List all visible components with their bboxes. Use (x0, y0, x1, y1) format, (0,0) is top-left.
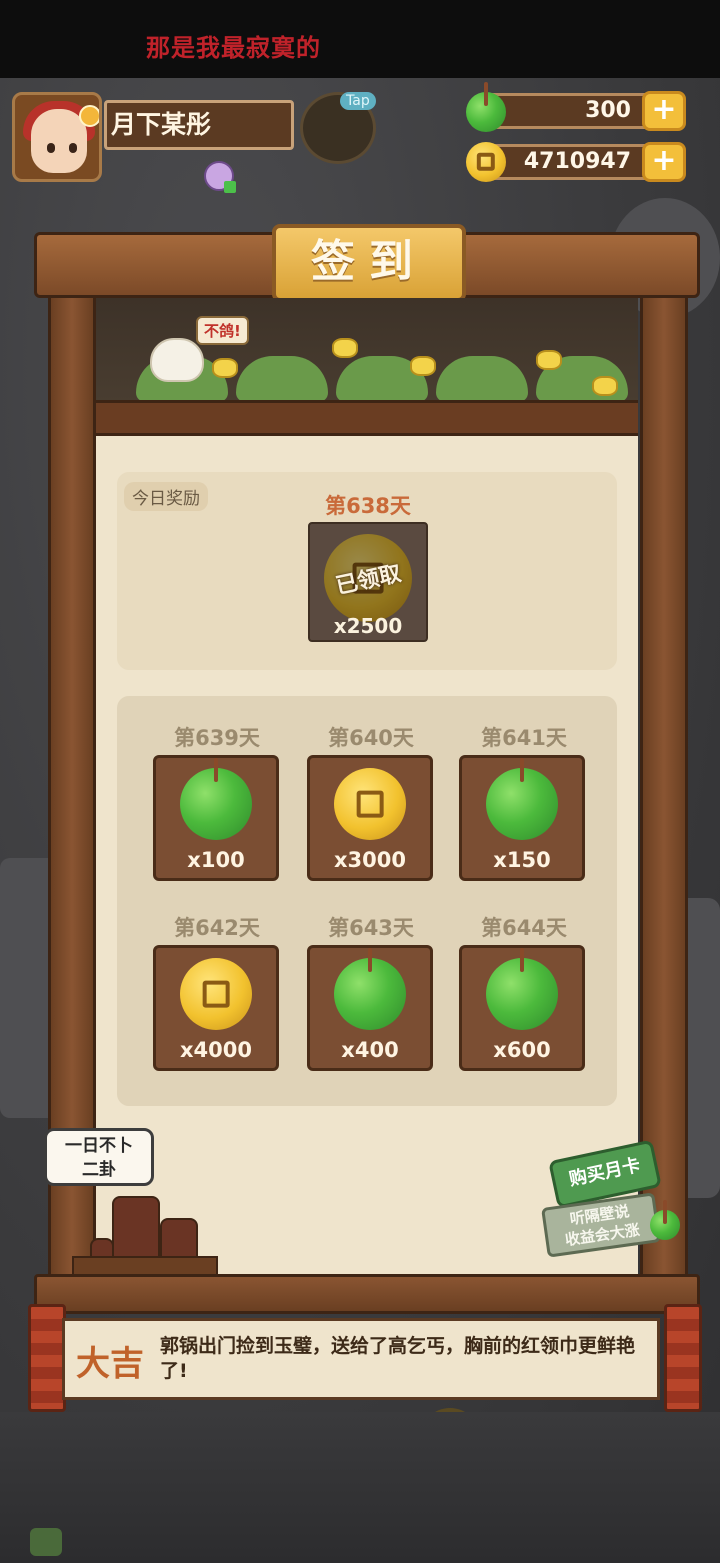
reward-tile[interactable]: x4000 (153, 945, 279, 1071)
reward-quantity: x3000 (334, 848, 406, 872)
coin-amount: 4710947 (523, 149, 631, 174)
shelf (72, 1256, 218, 1276)
level-badge-icon (79, 105, 99, 127)
friend-avatar-icon[interactable] (204, 161, 236, 193)
reward-tile[interactable]: x400 (307, 945, 433, 1071)
bird-speech: 不鸽! (196, 316, 249, 345)
jar-icon (112, 1196, 160, 1262)
bird-mascot-icon[interactable] (150, 338, 204, 382)
jade-icon (180, 758, 252, 840)
marquee-text: 那是我最寂寞的 (146, 33, 321, 62)
board-bottom-beam (34, 1274, 700, 1314)
reward-tile[interactable]: x100 (153, 755, 279, 881)
board-post-right (640, 236, 688, 1296)
bush-decor (436, 356, 528, 402)
speech-line-2: 二卦 (82, 1160, 116, 1180)
avatar[interactable] (12, 92, 102, 182)
fortune-text: 郭锅出门捡到玉璧，送给了高乞丐，胸前的红领巾更鲜艳了! (160, 1335, 636, 1382)
day-label: 第639天 (174, 726, 260, 750)
gold-nugget-icon (592, 376, 618, 396)
board-scene (96, 298, 638, 410)
avatar-eye (47, 143, 55, 153)
reward-quantity: x400 (341, 1038, 399, 1062)
reward-tile[interactable]: x150 (459, 755, 585, 881)
day-label: 第643天 (328, 916, 414, 940)
speech-line-1: 一日不卜 (65, 1136, 133, 1156)
reward-quantity: x150 (493, 848, 551, 872)
page-title: 签到 (272, 224, 466, 302)
jade-icon (334, 948, 406, 1030)
jade-amount: 300 (585, 98, 631, 123)
reward-quantity: x600 (493, 1038, 551, 1062)
jade-icon (650, 1200, 680, 1240)
coin-icon (180, 958, 252, 1030)
board-frieze (96, 400, 638, 436)
jade-icon (486, 758, 558, 840)
reward-quantity: x100 (187, 848, 245, 872)
today-reward-quantity: x2500 (333, 614, 403, 638)
jade-icon (466, 82, 506, 132)
bush-decor (236, 356, 328, 402)
scroll-end-right (664, 1304, 702, 1412)
today-day-label: 第638天 (325, 494, 411, 518)
avatar-eye (69, 143, 77, 153)
day-label: 第640天 (328, 726, 414, 750)
gold-nugget-icon (410, 356, 436, 376)
add-jade-button[interactable]: + (642, 91, 686, 131)
top-status-bar: 那是我最寂寞的 (0, 0, 720, 78)
coin-icon (466, 142, 506, 182)
gold-nugget-icon (212, 358, 238, 378)
scroll-end-left (28, 1304, 66, 1412)
fortune-rank: 大吉 (76, 1344, 144, 1384)
bottom-background (0, 1412, 720, 1563)
gold-nugget-icon (536, 350, 562, 370)
day-label: 第644天 (481, 916, 567, 940)
tap-label: Tap (340, 92, 376, 110)
today-reward-tag: 今日奖励 (124, 482, 208, 511)
corner-icon[interactable] (30, 1528, 62, 1556)
coin-icon (334, 768, 406, 840)
reward-quantity: x4000 (180, 1038, 252, 1062)
player-name[interactable]: 月下某彤 (104, 100, 294, 150)
day-label: 第641天 (481, 726, 567, 750)
gold-nugget-icon (332, 338, 358, 358)
add-coin-button[interactable]: + (642, 142, 686, 182)
jade-icon (486, 948, 558, 1030)
reward-tile[interactable]: x3000 (307, 755, 433, 881)
fortune-speech-bubble: 一日不卜 二卦 (44, 1128, 154, 1186)
day-label: 第642天 (174, 916, 260, 940)
reward-tile[interactable]: x600 (459, 945, 585, 1071)
